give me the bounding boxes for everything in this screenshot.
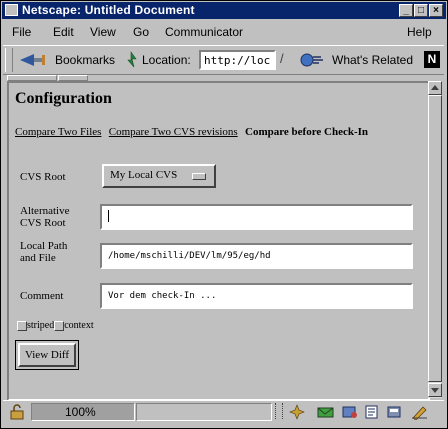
security-lock-icon[interactable] (9, 404, 27, 423)
menu-edit[interactable]: Edit (53, 25, 74, 39)
newsgroups-icon[interactable] (341, 404, 359, 423)
menu-bar: File Edit View Go Communicator Help (3, 21, 444, 43)
alt-cvs-root-input[interactable] (100, 204, 413, 230)
netscape-logo-icon[interactable]: N (424, 51, 440, 68)
location-dropdown-icon[interactable]: / (280, 51, 294, 69)
zoom-level: 100% (65, 405, 96, 419)
menu-help[interactable]: Help (407, 25, 432, 39)
mail-icon[interactable] (317, 404, 335, 423)
scroll-thumb[interactable] (428, 95, 442, 382)
page-content: Configuration Compare Two Files Compare … (7, 81, 430, 401)
title-bar: Netscape: Untitled Document _ □ × (2, 2, 446, 19)
current-page-label: Compare before Check-In (245, 126, 369, 138)
alt-cvs-root-label-line1: Alternative (20, 205, 70, 217)
alt-cvs-root-label-line2: CVS Root (20, 217, 66, 229)
comment-label: Comment (20, 290, 64, 302)
status-grip (275, 403, 283, 419)
status-message (136, 403, 272, 421)
location-input[interactable]: http://loc (199, 50, 276, 70)
comment-input[interactable]: Vor dem check-In ... (100, 283, 413, 309)
location-icon[interactable] (124, 51, 138, 71)
link-compare-cvs-revisions[interactable]: Compare Two CVS revisions (109, 126, 238, 138)
local-path-label-line1: Local Path (20, 240, 68, 252)
address-book-icon[interactable] (386, 404, 402, 423)
text-cursor (108, 210, 109, 222)
window-title: Netscape: Untitled Document (22, 3, 195, 17)
status-bar: 100% (3, 400, 444, 423)
cvs-root-value: My Local CVS (110, 169, 178, 181)
striped-checkbox[interactable] (17, 320, 27, 331)
navigator-icon[interactable] (289, 404, 305, 423)
context-checkbox[interactable] (54, 320, 65, 331)
menu-communicator[interactable]: Communicator (165, 25, 243, 39)
alt-cvs-root-label: Alternative CVS Root (20, 205, 69, 229)
composer-icon[interactable] (364, 404, 380, 423)
page-title: Configuration (15, 90, 112, 107)
maximize-icon[interactable]: □ (414, 4, 428, 17)
toolbar-grip-icon[interactable] (5, 48, 13, 72)
scroll-down-icon[interactable] (428, 383, 442, 397)
menu-go[interactable]: Go (133, 25, 149, 39)
view-diff-button[interactable]: View Diff (18, 343, 76, 367)
vertical-scrollbar[interactable] (428, 81, 442, 398)
whats-related-label[interactable]: What's Related (332, 53, 413, 67)
bookmarks-icon[interactable] (18, 51, 48, 72)
menu-file[interactable]: File (12, 25, 31, 39)
options-row: striped context (17, 320, 94, 331)
option-menu-indicator-icon (192, 173, 206, 180)
local-path-input[interactable]: /home/mschilli/DEV/lm/95/eg/hd (100, 243, 413, 269)
scroll-up-icon[interactable] (428, 81, 442, 95)
menu-view[interactable]: View (90, 25, 116, 39)
nav-links: Compare Two Files Compare Two CVS revisi… (15, 124, 368, 138)
edit-page-icon[interactable] (411, 404, 429, 423)
close-icon[interactable]: × (429, 4, 443, 17)
striped-label: striped (27, 320, 55, 331)
bookmarks-label[interactable]: Bookmarks (55, 53, 115, 67)
cvs-root-select[interactable]: My Local CVS (102, 164, 216, 188)
whats-related-icon[interactable] (299, 51, 327, 72)
location-label: Location: (142, 53, 191, 67)
location-toolbar: Bookmarks Location: http://loc / What's … (3, 45, 444, 75)
context-label: context (64, 320, 94, 331)
link-compare-two-files[interactable]: Compare Two Files (15, 126, 101, 138)
minimize-icon[interactable]: _ (399, 4, 413, 17)
window-menu-icon[interactable] (5, 4, 18, 16)
cvs-root-label: CVS Root (20, 171, 66, 183)
local-path-label-line2: and File (20, 252, 56, 264)
local-path-label: Local Path and File (20, 240, 67, 264)
